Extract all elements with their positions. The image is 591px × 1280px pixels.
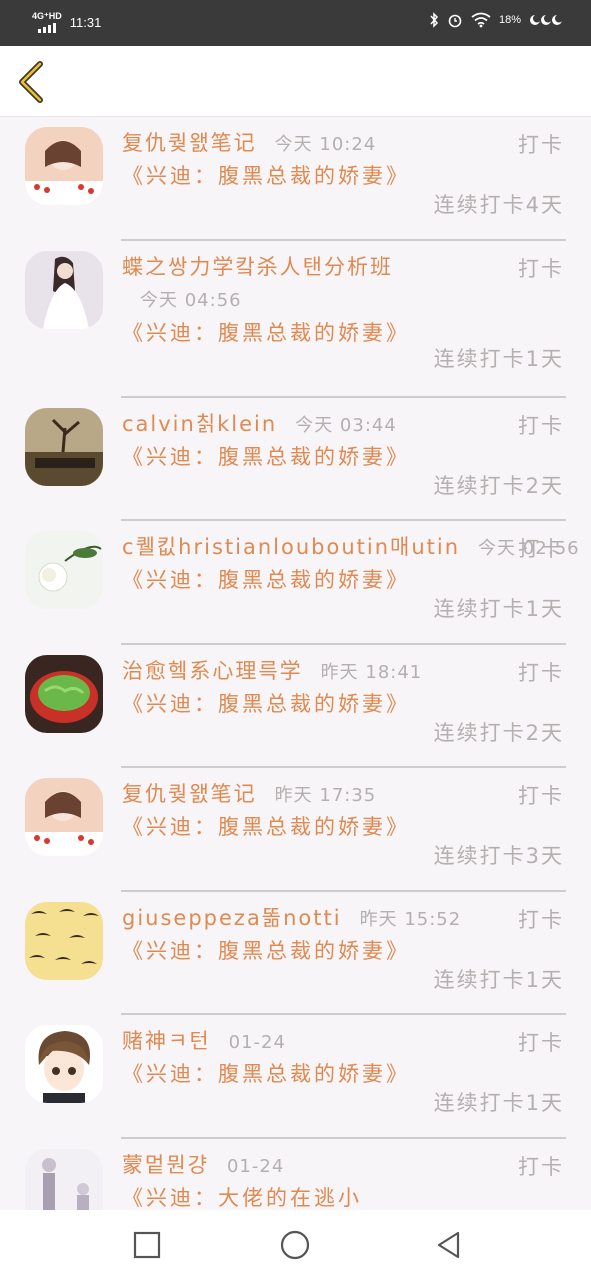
- list-item[interactable]: 赌神ㅋ턴 01-24 《兴迪：腹黑总裁的娇妻》 打卡 连续打卡1天: [0, 1015, 591, 1139]
- checkin-time: 01-24: [226, 1155, 285, 1177]
- streak-label: 连续打卡2天: [433, 473, 564, 498]
- checkin-label: 打卡: [518, 133, 564, 157]
- recent-apps-icon: [133, 1231, 161, 1259]
- status-bar: 4G⁺HD 11:31 18%: [0, 0, 591, 46]
- checkin-label: 打卡: [518, 537, 564, 561]
- user-name: c퀠킶hristianlouboutin매utin 今天 02:56: [122, 535, 580, 559]
- list-item[interactable]: giuseppeza똚notti 昨天 15:52 《兴迪：腹黑总裁的娇妻》 打卡…: [0, 892, 591, 1015]
- avatar[interactable]: [25, 901, 103, 980]
- user-name: giuseppeza똚notti 昨天 15:52: [122, 905, 462, 930]
- book-title: 《兴迪：腹黑总裁的娇妻》: [122, 691, 410, 716]
- signal-icon: 4G⁺HD: [32, 12, 62, 33]
- back-button[interactable]: [14, 60, 54, 104]
- streak-label: 连续打卡3天: [433, 844, 564, 868]
- avatar[interactable]: [25, 1148, 103, 1210]
- streak-label: 连续打卡1天: [433, 597, 564, 621]
- clock: 11:31: [69, 15, 102, 30]
- moon-icon: [530, 14, 563, 25]
- checkin-time: 昨天 15:52: [359, 908, 462, 930]
- streak-label: 连续打卡4天: [433, 193, 564, 217]
- list-item[interactable]: 蝶之쌍力学캌杀人탠分析班今天 04:56 《兴迪：腹黑总裁的娇妻》 打卡 连续打…: [0, 241, 591, 398]
- checkin-label: 打卡: [518, 907, 564, 932]
- battery-level: 18%: [498, 14, 521, 26]
- app-bar: [0, 46, 591, 117]
- chevron-left-icon: [19, 61, 43, 103]
- recent-apps-button[interactable]: [130, 1228, 164, 1262]
- checkin-label: 打卡: [518, 413, 564, 438]
- checkin-label: 打卡: [518, 660, 564, 685]
- book-title: 《兴迪：腹黑总裁的娇妻》: [122, 568, 410, 592]
- list-item[interactable]: 蒙멑뭔걍 01-24 《兴迪：大佬的在逃小 打卡: [0, 1139, 591, 1210]
- book-title: 《兴迪：腹黑总裁的娇妻》: [122, 938, 410, 963]
- user-name: calvin칡klein 今天 03:44: [122, 411, 397, 436]
- user-name: 复仇퀒왨笔记 昨天 17:35: [122, 782, 377, 806]
- checkin-label: 打卡: [518, 1031, 564, 1055]
- avatar[interactable]: [25, 127, 103, 205]
- user-name: 赌神ㅋ턴 01-24: [122, 1029, 286, 1053]
- list-item[interactable]: c퀠킶hristianlouboutin매utin 今天 02:56 《兴迪：腹黑…: [0, 521, 591, 645]
- checkin-label: 打卡: [518, 1154, 564, 1179]
- home-icon: [280, 1230, 310, 1260]
- alarm-icon: [448, 14, 462, 28]
- avatar[interactable]: [25, 654, 103, 733]
- user-name: 蒙멑뭔걍 01-24: [122, 1152, 285, 1177]
- user-name: 治愈헼系心理륵学 昨天 18:41: [122, 658, 423, 683]
- avatar[interactable]: [25, 407, 103, 486]
- streak-label: 连续打卡1天: [433, 346, 564, 371]
- book-title: 《兴迪：大佬的在逃小: [122, 1185, 362, 1210]
- back-triangle-icon: [437, 1231, 460, 1259]
- list-item[interactable]: calvin칡klein 今天 03:44 《兴迪：腹黑总裁的娇妻》 打卡 连续打…: [0, 398, 591, 521]
- checkin-time: 今天 03:44: [295, 414, 397, 436]
- book-title: 《兴迪：腹黑总裁的娇妻》: [122, 1062, 410, 1086]
- user-name: 蝶之쌍力学캌杀人탠分析班今天 04:56: [122, 254, 393, 311]
- book-title: 《兴迪：腹黑总裁的娇妻》: [122, 320, 410, 345]
- checkin-time: 今天 10:24: [274, 134, 377, 155]
- streak-label: 连续打卡1天: [433, 967, 564, 992]
- bluetooth-icon: [430, 12, 438, 28]
- status-right: 18%: [429, 12, 563, 28]
- checkin-label: 打卡: [518, 256, 564, 281]
- checkin-list: 复仇퀒왨笔记 今天 10:24 《兴迪：腹黑总裁的娇妻》 打卡 连续打卡4天 蝶之…: [0, 117, 591, 1210]
- streak-label: 连续打卡2天: [433, 720, 564, 745]
- list-item[interactable]: 治愈헼系心理륵学 昨天 18:41 《兴迪：腹黑总裁的娇妻》 打卡 连续打卡2天: [0, 645, 591, 768]
- list-item[interactable]: 复仇퀒왨笔记 今天 10:24 《兴迪：腹黑总裁的娇妻》 打卡 连续打卡4天: [0, 117, 591, 241]
- list-item[interactable]: 复仇퀒왨笔记 昨天 17:35 《兴迪：腹黑总裁的娇妻》 打卡 连续打卡3天: [0, 768, 591, 892]
- status-left: 4G⁺HD 11:31: [32, 12, 101, 33]
- avatar[interactable]: [25, 531, 103, 609]
- wifi-icon: [471, 12, 491, 28]
- nav-back-button[interactable]: [432, 1228, 466, 1262]
- checkin-time: 昨天 18:41: [320, 661, 423, 683]
- user-name: 复仇퀒왨笔记 今天 10:24: [122, 131, 377, 155]
- checkin-time: 01-24: [228, 1032, 286, 1053]
- home-button[interactable]: [278, 1228, 312, 1262]
- checkin-label: 打卡: [518, 784, 564, 808]
- checkin-time: 昨天 17:35: [274, 785, 377, 806]
- book-title: 《兴迪：腹黑总裁的娇妻》: [122, 164, 410, 188]
- system-nav-bar: [0, 1210, 591, 1280]
- book-title: 《兴迪：腹黑总裁的娇妻》: [122, 444, 410, 469]
- streak-label: 连续打卡1天: [433, 1091, 564, 1115]
- book-title: 《兴迪：腹黑总裁的娇妻》: [122, 815, 410, 839]
- checkin-time: 今天 04:56: [140, 289, 242, 311]
- avatar[interactable]: [25, 250, 103, 329]
- network-type: 4G⁺HD: [32, 11, 62, 21]
- avatar[interactable]: [25, 1025, 103, 1103]
- avatar[interactable]: [25, 778, 103, 856]
